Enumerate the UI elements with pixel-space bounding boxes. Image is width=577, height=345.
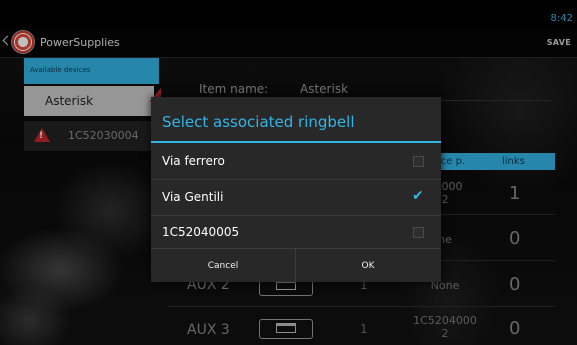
option-label: Via ferrero <box>162 154 225 168</box>
option-label: 1C52040005 <box>162 225 240 239</box>
ok-button[interactable]: OK <box>296 249 440 283</box>
option-1c52040005[interactable]: 1C52040005 <box>151 215 441 250</box>
option-via-ferrero[interactable]: Via ferrero <box>151 144 441 179</box>
checkbox-unchecked-icon[interactable] <box>413 156 424 167</box>
dialog-title-divider <box>151 141 441 143</box>
checkbox-unchecked-icon[interactable] <box>413 227 424 238</box>
select-ringbell-dialog: Select associated ringbell Via ferrero V… <box>151 97 441 283</box>
cancel-button[interactable]: Cancel <box>151 249 295 283</box>
option-label: Via Gentili <box>162 190 224 204</box>
option-via-gentili[interactable]: Via Gentili ✔ <box>151 180 441 215</box>
dialog-title: Select associated ringbell <box>162 113 355 131</box>
dialog-button-bar: Cancel OK <box>151 248 441 283</box>
checkbox-checked-icon[interactable]: ✔ <box>412 188 424 204</box>
